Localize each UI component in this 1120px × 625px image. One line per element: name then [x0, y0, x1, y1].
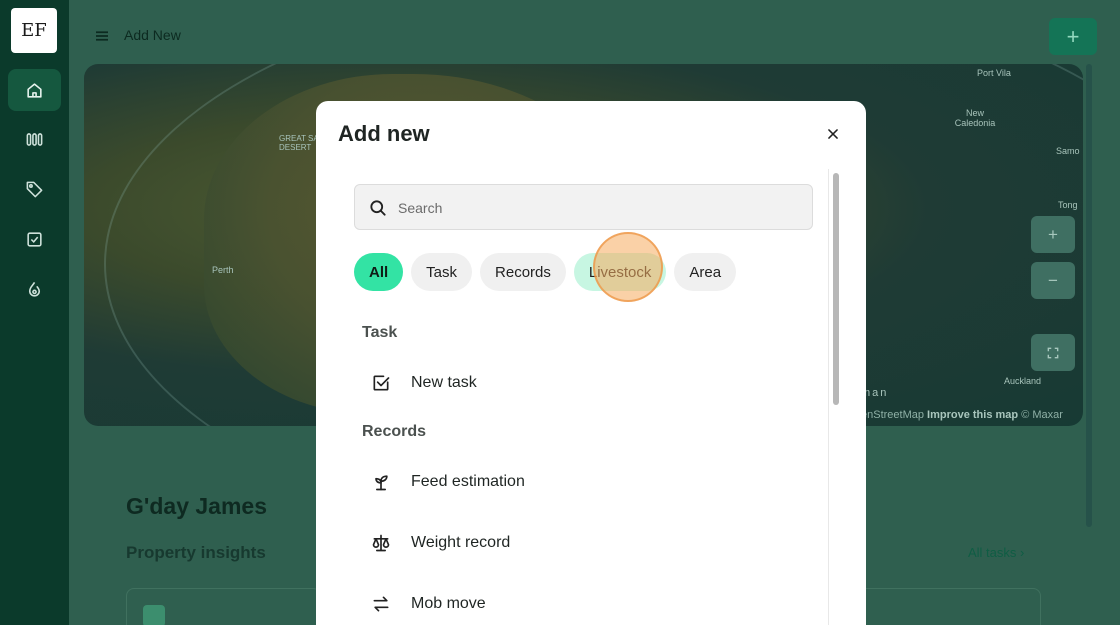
nav-paddocks[interactable] [8, 118, 61, 160]
map-attribution: enStreetMap Improve this map © Maxar [861, 409, 1063, 421]
section-label-task: Task [362, 324, 398, 341]
menu-icon[interactable] [93, 27, 111, 45]
list-item-label: Feed estimation [411, 473, 525, 490]
sidebar: EF [0, 0, 69, 625]
nav-tags[interactable] [8, 168, 61, 210]
nav-livestock[interactable] [8, 268, 61, 310]
home-icon [27, 82, 42, 98]
attribution-maxar[interactable]: © Maxar [1021, 409, 1063, 421]
main-scrollbar[interactable] [1086, 64, 1092, 527]
add-new-button[interactable]: + [1049, 18, 1097, 55]
sprout-icon [375, 475, 388, 491]
list-item-label: Mob move [411, 595, 486, 612]
greeting-heading: G'day James [126, 493, 267, 519]
nav-tasks[interactable] [8, 218, 61, 260]
filter-area[interactable]: Area [674, 253, 737, 291]
add-new-modal: Add new All Task Records Livestock Area … [316, 101, 866, 625]
modal-scrollbar[interactable] [833, 173, 839, 405]
insight-card-icon [143, 605, 165, 625]
zoom-out-button[interactable]: − [1031, 262, 1075, 299]
filter-records[interactable]: Records [480, 253, 566, 291]
improve-map-link[interactable]: Improve this map [927, 409, 1018, 421]
nav-home[interactable] [8, 69, 61, 111]
filter-task[interactable]: Task [411, 253, 473, 291]
list-item-label: Weight record [411, 534, 511, 551]
map-label-new-caledonia: New Caledonia [954, 108, 996, 128]
filter-all[interactable]: All [354, 253, 404, 291]
scale-icon [372, 534, 390, 552]
close-icon [828, 129, 838, 139]
filter-pills: All Task Records Livestock Area [354, 253, 737, 291]
checkbox-icon [373, 375, 390, 391]
map-label-auckland: Auckland [1004, 376, 1042, 386]
list-item-new-task[interactable]: New task [371, 368, 477, 398]
search-box[interactable] [354, 184, 813, 230]
chevron-right-icon: › [1020, 545, 1025, 560]
search-icon [370, 200, 386, 216]
click-indicator [593, 232, 663, 302]
all-tasks-link[interactable]: All tasks › [968, 545, 1024, 560]
task-card[interactable] [849, 588, 1041, 625]
app-logo[interactable]: EF [11, 8, 57, 53]
list-item-mob-move[interactable]: Mob move [371, 589, 486, 619]
map-label-samoa: Samo [1056, 146, 1080, 156]
list-item-label: New task [411, 374, 477, 391]
tag-icon [26, 181, 43, 197]
livestock-icon [28, 281, 41, 297]
property-insights-heading: Property insights [126, 543, 266, 562]
expand-icon [1047, 347, 1059, 358]
arrows-swap-icon [373, 596, 389, 612]
all-tasks-label: All tasks [968, 545, 1017, 560]
fullscreen-button[interactable] [1031, 334, 1075, 371]
section-label-records: Records [362, 423, 427, 440]
page-title: Add New [124, 27, 181, 43]
modal-title: Add new [338, 121, 430, 146]
search-input[interactable] [398, 197, 798, 219]
map-label-tonga: Tong [1058, 200, 1078, 210]
map-label-port-vila: Port Vila [977, 68, 1011, 78]
map-label-perth: Perth [212, 265, 234, 275]
zoom-in-button[interactable]: + [1031, 216, 1075, 253]
paddocks-icon [26, 132, 43, 146]
list-item-feed-estimation[interactable]: Feed estimation [371, 467, 525, 497]
task-check-icon [27, 231, 42, 247]
attribution-osm[interactable]: enStreetMap [861, 409, 924, 421]
close-button[interactable] [822, 123, 844, 145]
insight-card[interactable] [126, 588, 321, 625]
list-item-weight-record[interactable]: Weight record [371, 528, 510, 558]
